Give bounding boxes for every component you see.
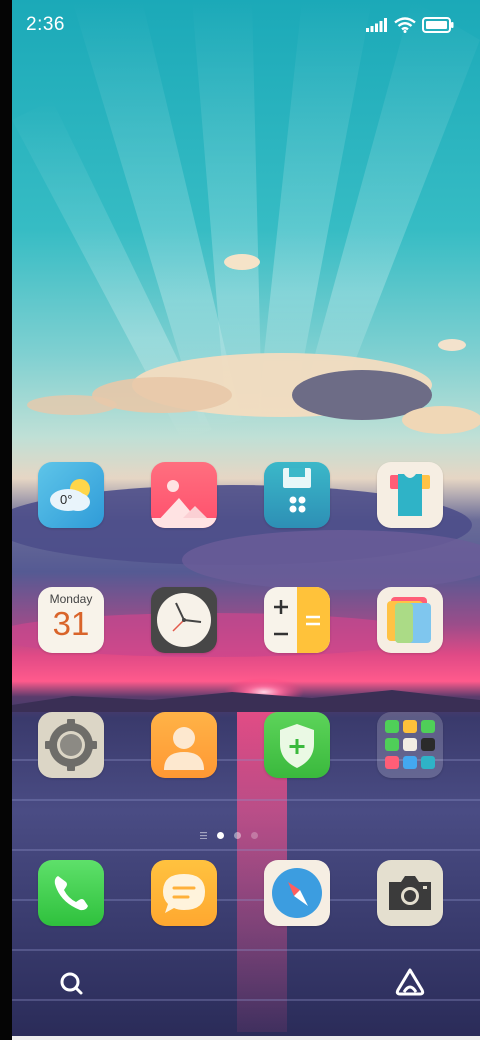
weather-temperature: 0° [60, 492, 73, 507]
tshirt-icon [390, 474, 430, 516]
camera-app-icon[interactable] [377, 860, 443, 926]
compass-icon [272, 868, 322, 918]
camera-icon [389, 876, 431, 910]
calendar-date: 31 [52, 605, 90, 642]
screen-edge [0, 0, 12, 1040]
chat-bubble-icon [163, 874, 205, 913]
shield-icon [280, 724, 314, 768]
stacked-cards-icon [387, 597, 431, 643]
status-time: 2:36 [26, 14, 65, 35]
page-dot[interactable] [234, 831, 241, 839]
file-manager-app-icon[interactable] [264, 462, 330, 528]
phone-handset-icon [54, 876, 88, 911]
folder-icon [283, 468, 311, 513]
search-icon [60, 972, 83, 995]
calculator-icon [274, 587, 330, 653]
signal-icon [366, 18, 387, 32]
app-folder[interactable] [377, 712, 443, 778]
page-dot-active[interactable] [217, 831, 224, 839]
gallery-app-icon[interactable] [151, 462, 217, 528]
image-icon [151, 480, 217, 528]
battery-icon [422, 17, 454, 33]
weather-app-icon[interactable]: 0° [38, 462, 104, 528]
themes-app-icon[interactable] [377, 462, 443, 528]
calculator-app-icon[interactable] [264, 587, 330, 653]
clock-icon [157, 593, 211, 647]
browser-app-icon[interactable] [264, 860, 330, 926]
calendar-weekday: Monday [49, 592, 93, 606]
phone-app-icon[interactable] [38, 860, 104, 926]
security-app-icon[interactable] [264, 712, 330, 778]
navigation-line [12, 1036, 480, 1040]
contacts-app-icon[interactable] [151, 712, 217, 778]
page-indicator[interactable] [200, 829, 264, 841]
calendar-app-icon[interactable]: Monday 31 [38, 587, 104, 653]
home-screen: 2:36 0° Monday 31 [0, 0, 480, 1040]
wifi-icon [394, 17, 416, 33]
settings-app-icon[interactable] [38, 712, 104, 778]
status-bar: 2:36 [12, 0, 480, 50]
search-button[interactable] [40, 956, 104, 1012]
gear-icon [45, 719, 97, 771]
assistant-icon [395, 968, 425, 996]
folder-preview [385, 720, 435, 769]
person-icon [164, 727, 204, 770]
messages-app-icon[interactable] [151, 860, 217, 926]
menu-lines-icon [200, 831, 207, 839]
notes-app-icon[interactable] [377, 587, 443, 653]
assistant-button[interactable] [378, 956, 442, 1012]
page-dot[interactable] [251, 831, 258, 839]
clock-app-icon[interactable] [151, 587, 217, 653]
